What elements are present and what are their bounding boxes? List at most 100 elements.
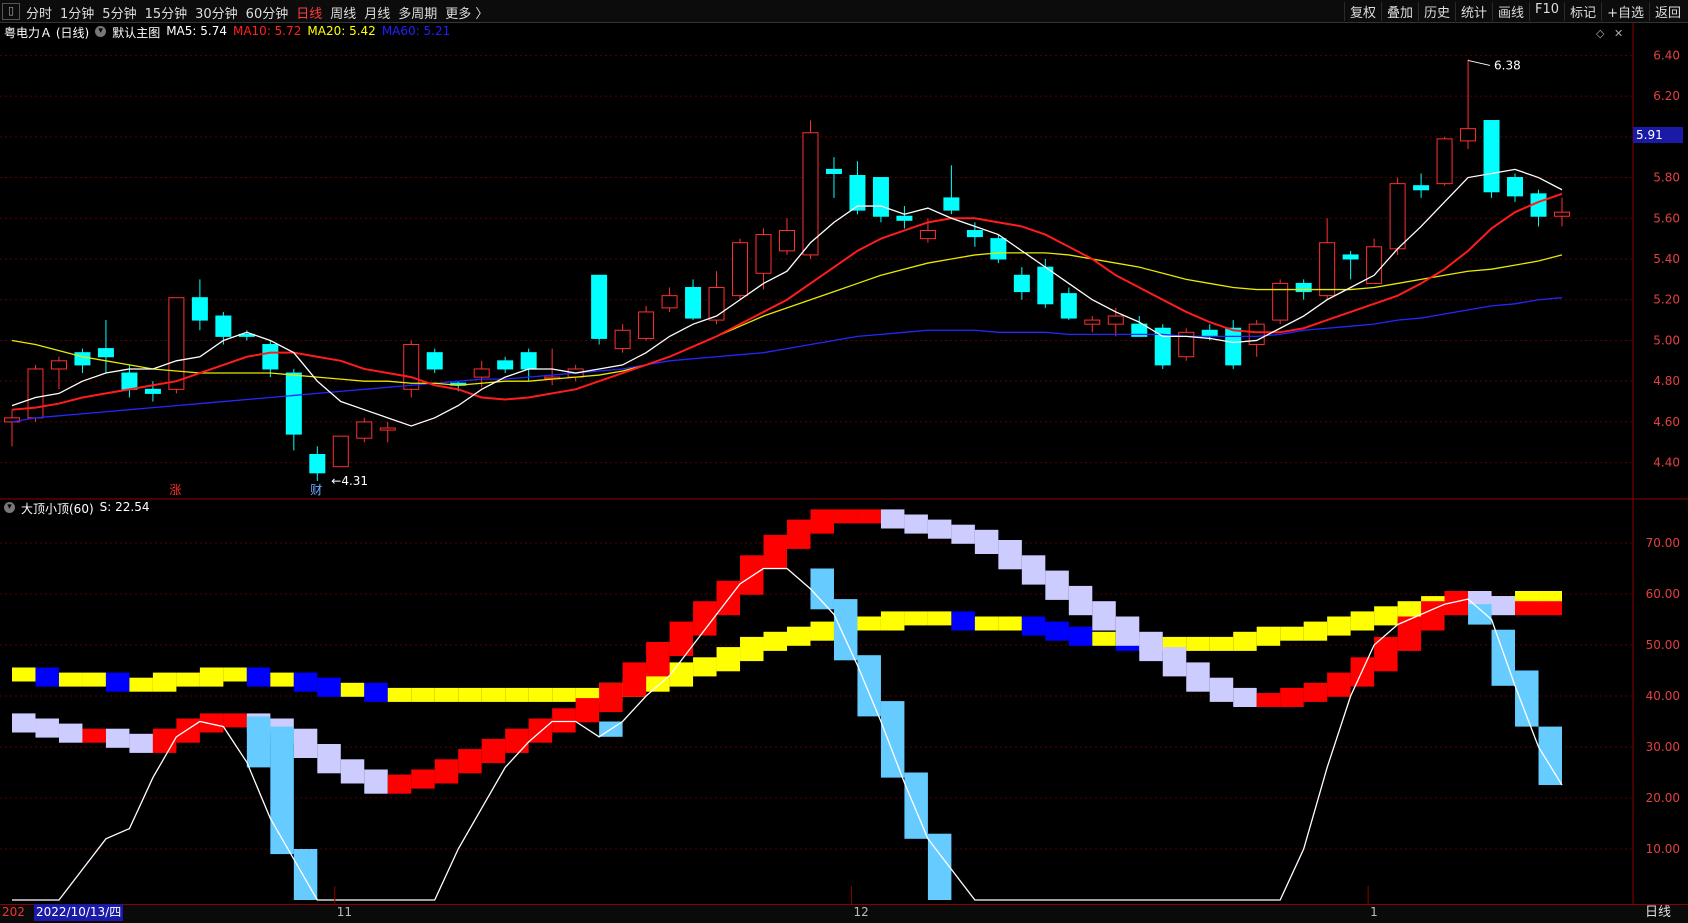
slow-ribbon-segment (1303, 621, 1328, 641)
candle-body (1389, 183, 1406, 250)
fast-ribbon-segment (1021, 555, 1046, 585)
candle-body (802, 132, 819, 256)
candle-body (1225, 327, 1242, 366)
function-item-6[interactable]: 标记 (1564, 2, 1601, 21)
candle-body (1013, 274, 1030, 293)
slow-ribbon-segment (293, 672, 318, 692)
candle-body (685, 287, 702, 319)
candle-body (919, 229, 936, 240)
candle-body (638, 311, 655, 339)
function-item-5[interactable]: F10 (1529, 2, 1564, 21)
event-marker: 财 (310, 483, 322, 497)
price-tick-label: 4.60 (1653, 415, 1680, 429)
s-block (880, 701, 905, 778)
function-menu: 复权 叠加 历史 统计 画线 F10 标记 +自选 返回 (1343, 2, 1686, 21)
slow-ribbon-segment (223, 667, 247, 682)
function-item-0[interactable]: 复权 (1343, 2, 1381, 21)
slow-ribbon-segment (716, 647, 741, 672)
fast-ribbon-segment (1092, 601, 1116, 631)
fast-ribbon-segment (199, 713, 224, 733)
candle-body (1436, 138, 1453, 185)
function-item-3[interactable]: 统计 (1455, 2, 1492, 21)
fast-ribbon-segment (669, 621, 694, 656)
candle-body (332, 435, 349, 468)
s-block (270, 726, 294, 855)
candle-body (896, 215, 913, 221)
fast-ribbon-segment (833, 509, 858, 524)
slow-ribbon-segment (35, 667, 59, 687)
cursor-date: 2022/10/13/四 (34, 904, 124, 921)
candle-body (97, 348, 114, 358)
slow-ribbon-segment (1209, 636, 1234, 651)
indicator-tick-label: 30.00 (1646, 740, 1680, 754)
chart-canvas[interactable]: 6.406.206.005.805.605.405.205.004.804.60… (0, 22, 1688, 904)
function-item-1[interactable]: 叠加 (1380, 2, 1418, 21)
slow-ribbon-segment (1374, 606, 1398, 626)
fast-ribbon-segment (1045, 570, 1069, 600)
period-item-5[interactable]: 60分钟 (246, 3, 289, 22)
function-item-7[interactable]: +自选 (1601, 2, 1649, 21)
slow-ribbon-segment (481, 687, 506, 702)
fast-ribbon-segment (951, 524, 975, 544)
period-item-8[interactable]: 月线 (364, 3, 390, 22)
candle-body (943, 197, 960, 211)
price-tick-label: 6.20 (1653, 89, 1680, 103)
slow-ribbon-segment (693, 657, 717, 677)
function-item-4[interactable]: 画线 (1492, 2, 1529, 21)
candle-body (1295, 282, 1312, 293)
candle-body (1037, 266, 1054, 305)
period-button[interactable]: 日线 (1645, 904, 1671, 921)
period-item-7[interactable]: 周线 (330, 3, 356, 22)
slow-ribbon-segment (552, 687, 576, 702)
function-item-2[interactable]: 历史 (1417, 2, 1455, 21)
slow-ribbon-segment (1021, 616, 1046, 636)
slow-ribbon-segment (270, 672, 294, 687)
period-item-9[interactable]: 多周期 (398, 3, 437, 22)
slow-ribbon-segment (340, 682, 365, 697)
s-block (1538, 726, 1562, 786)
fast-ribbon-segment (1538, 601, 1562, 616)
window-menu-icon[interactable]: ▯ (2, 3, 20, 20)
candle-body (168, 297, 185, 390)
period-item-1[interactable]: 1分钟 (60, 3, 94, 22)
period-item-10[interactable]: 更多 〉 (445, 3, 488, 22)
fast-ribbon-segment (1515, 601, 1539, 616)
fast-ribbon-segment (1068, 585, 1093, 616)
s-block (293, 849, 318, 900)
slow-ribbon-segment (199, 667, 224, 687)
candle-body (614, 329, 631, 350)
candle-body (1060, 293, 1077, 319)
fast-ribbon-segment (293, 728, 318, 758)
price-tick-label: 4.40 (1653, 456, 1680, 470)
slow-ribbon-segment (669, 662, 694, 687)
period-item-6[interactable]: 日线 (296, 3, 322, 22)
fast-ribbon-segment (857, 509, 881, 524)
period-item-0[interactable]: 分时 (26, 3, 52, 22)
fast-ribbon-segment (1139, 631, 1163, 662)
candle-body (661, 295, 678, 309)
slow-ribbon-segment (1092, 631, 1116, 646)
fast-ribbon-segment (810, 509, 834, 534)
candle-body (872, 177, 889, 217)
candle-body (1483, 120, 1500, 193)
slow-ribbon-segment (927, 611, 952, 626)
slow-ribbon-segment (740, 636, 764, 662)
period-item-2[interactable]: 5分钟 (102, 3, 136, 22)
slow-ribbon-segment (1186, 636, 1210, 651)
candle-body (497, 360, 514, 370)
fast-ribbon-segment (1162, 647, 1187, 677)
slow-ribbon-segment (1233, 631, 1257, 651)
candle-body (1507, 177, 1524, 197)
period-item-4[interactable]: 30分钟 (195, 3, 238, 22)
slow-ribbon-segment (82, 672, 106, 687)
function-item-8[interactable]: 返回 (1648, 2, 1686, 21)
period-item-3[interactable]: 15分钟 (145, 3, 188, 22)
price-tick-label: 6.40 (1653, 48, 1680, 62)
fast-ribbon-segment (434, 759, 459, 784)
fast-ribbon-segment (1280, 687, 1304, 707)
fast-ribbon-segment (552, 708, 576, 733)
slow-ribbon-segment (387, 687, 412, 702)
fast-ribbon-segment (599, 682, 623, 713)
candle-body (1413, 185, 1430, 191)
fast-ribbon-segment (1303, 682, 1328, 702)
